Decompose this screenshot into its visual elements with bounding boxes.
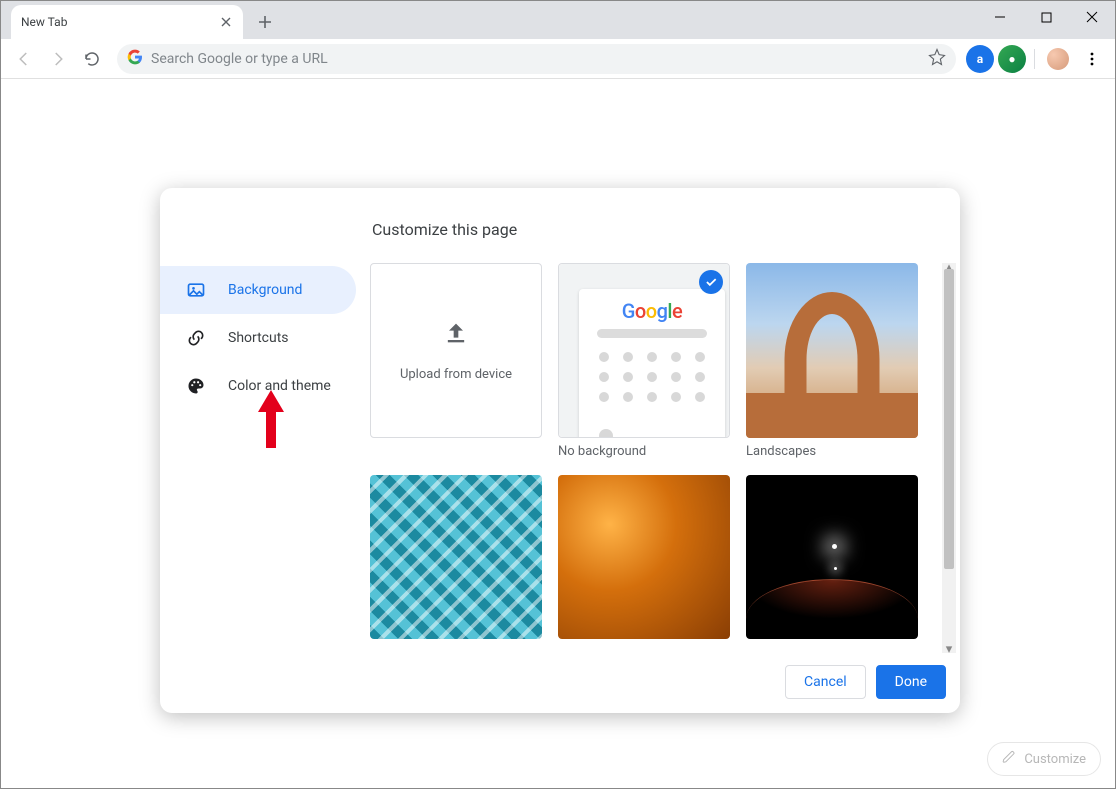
tile-caption: Upload from device: [400, 367, 512, 382]
check-icon: [699, 270, 723, 294]
cancel-button[interactable]: Cancel: [785, 665, 866, 699]
tile-textures-2[interactable]: [558, 475, 730, 639]
tile-caption: No background: [558, 444, 730, 459]
dialog-sidebar: Background Shortcuts Color and theme: [160, 188, 370, 713]
dialog-footer: Cancel Done: [785, 665, 946, 699]
customize-dialog: Background Shortcuts Color and theme Cus…: [160, 188, 960, 713]
omnibox[interactable]: Search Google or type a URL: [117, 44, 956, 74]
window-close-button[interactable]: [1069, 1, 1115, 33]
sidebar-item-label: Color and theme: [228, 378, 331, 394]
customize-page-button[interactable]: Customize: [987, 742, 1101, 776]
browser-toolbar: Search Google or type a URL a ●: [1, 39, 1115, 79]
image-icon: [186, 280, 206, 300]
dialog-title: Customize this page: [372, 220, 960, 239]
tile-textures-3[interactable]: [746, 475, 918, 639]
toolbar-separator: [1034, 49, 1035, 69]
sidebar-item-label: Background: [228, 282, 302, 298]
browser-tab[interactable]: New Tab: [11, 5, 243, 39]
upload-icon: [442, 319, 470, 351]
sidebar-item-background[interactable]: Background: [160, 266, 356, 314]
pencil-icon: [1002, 750, 1016, 768]
profile-avatar[interactable]: [1047, 48, 1069, 70]
reload-button[interactable]: [77, 44, 107, 74]
scroll-down-icon[interactable]: ▾: [942, 643, 956, 655]
link-icon: [186, 328, 206, 348]
tile-landscapes[interactable]: Landscapes: [746, 263, 918, 459]
tile-textures-1[interactable]: [370, 475, 542, 639]
extension-icon-1[interactable]: a: [966, 45, 994, 73]
omnibox-placeholder: Search Google or type a URL: [151, 51, 920, 67]
scrollbar-thumb[interactable]: [944, 269, 954, 569]
window-minimize-button[interactable]: [977, 1, 1023, 33]
titlebar: New Tab: [1, 1, 1115, 39]
customize-label: Customize: [1024, 752, 1086, 767]
background-options-grid: Upload from device Google: [370, 263, 942, 639]
tile-upload-from-device[interactable]: Upload from device: [370, 263, 542, 459]
palette-icon: [186, 376, 206, 396]
sidebar-item-color-and-theme[interactable]: Color and theme: [160, 362, 356, 410]
bookmark-star-icon[interactable]: [928, 48, 946, 70]
dialog-main: Customize this page Upload from device: [370, 188, 960, 713]
done-button[interactable]: Done: [876, 665, 946, 699]
chrome-menu-button[interactable]: [1077, 44, 1107, 74]
nav-back-button[interactable]: [9, 44, 39, 74]
google-logo-icon: Google: [622, 299, 683, 323]
tile-no-background[interactable]: Google No: [558, 263, 730, 459]
tile-caption: Landscapes: [746, 444, 918, 459]
extension-icon-2[interactable]: ●: [998, 45, 1026, 73]
close-tab-icon[interactable]: [219, 15, 233, 29]
sidebar-item-shortcuts[interactable]: Shortcuts: [160, 314, 356, 362]
sidebar-item-label: Shortcuts: [228, 330, 289, 346]
dialog-scrollbar[interactable]: ▴ ▾: [942, 263, 956, 653]
tab-title: New Tab: [21, 15, 219, 29]
nav-forward-button[interactable]: [43, 44, 73, 74]
new-tab-button[interactable]: [251, 8, 279, 36]
window-maximize-button[interactable]: [1023, 1, 1069, 33]
google-g-icon: [127, 49, 143, 69]
window-controls: [977, 1, 1115, 33]
